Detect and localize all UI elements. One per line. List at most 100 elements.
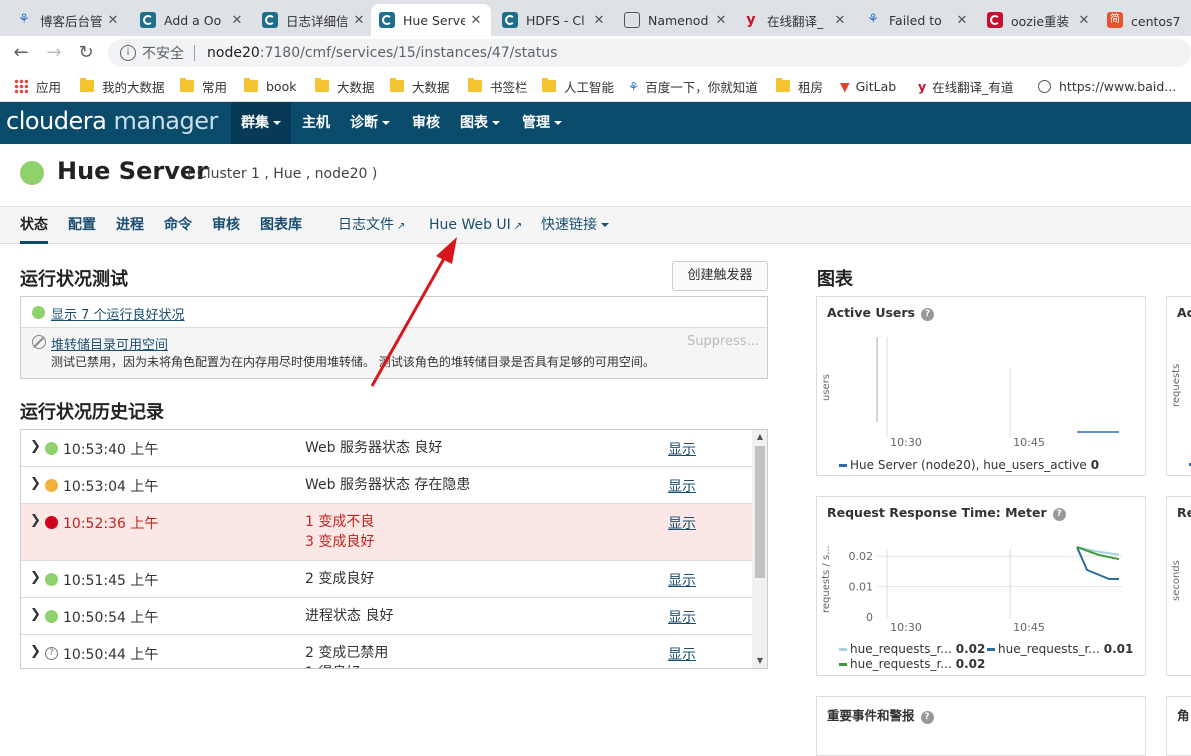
menu-diagnostics[interactable]: 诊断	[340, 102, 400, 144]
history-row[interactable]: ❯ 10:51:45 上午 2 变成良好 显示	[21, 561, 752, 598]
browser-tab[interactable]: Add a Oo ✕	[132, 4, 252, 36]
menu-hosts[interactable]: 主机	[292, 102, 340, 144]
browser-tab[interactable]: 日志详细信 ✕	[254, 4, 374, 36]
bookmark-label: book	[266, 78, 297, 94]
roles-chart-partial[interactable]: 角	[1166, 696, 1191, 756]
show-details-link[interactable]: 显示	[668, 607, 696, 627]
history-row[interactable]: ❯ 10:50:54 上午 进程状态 良好 显示	[21, 598, 752, 635]
show-details-link[interactable]: 显示	[668, 476, 696, 496]
show-details-link[interactable]: 显示	[668, 570, 696, 590]
suppress-link[interactable]: Suppress...	[687, 334, 759, 349]
bookmark-item[interactable]: 常用	[180, 76, 227, 96]
bookmark-item[interactable]: book	[244, 76, 296, 96]
menu-charts[interactable]: 图表	[450, 102, 510, 144]
browser-tab[interactable]: ⚘ Failed to ✕	[857, 4, 977, 36]
response-time-chart-partial[interactable]: Re seconds	[1166, 496, 1191, 676]
menu-clusters[interactable]: 群集	[231, 102, 291, 144]
bookmark-item[interactable]: 租房	[776, 76, 823, 96]
tab-audits[interactable]: 审核	[212, 207, 240, 244]
show-good-tests-link[interactable]: 显示 7 个运行良好状况	[51, 304, 185, 323]
show-details-link[interactable]: 显示	[668, 439, 696, 459]
requests-chart-partial[interactable]: Ac requests	[1166, 296, 1191, 476]
reload-icon[interactable]: ↻	[73, 40, 99, 66]
chevron-right-icon[interactable]: ❯	[30, 439, 41, 454]
browser-tab[interactable]: Namenod ✕	[616, 4, 736, 36]
bookmark-item[interactable]: 应用	[14, 76, 61, 96]
tab-close-icon[interactable]: ✕	[592, 13, 606, 28]
tab-favicon-icon: y	[746, 12, 756, 28]
tab-favicon-icon	[987, 12, 1003, 28]
bookmarks-bar: 应用 我的大数据 常用 book 大数据 大数据 书签栏 人工智能 ⚘ 百度一下，你就知道 租房 ▼ G…	[0, 70, 1191, 102]
tab-close-icon[interactable]: ✕	[230, 13, 244, 28]
cloudera-logo[interactable]: cloudera manager	[6, 107, 218, 135]
external-link-icon: ↗	[397, 221, 406, 232]
tab-close-icon[interactable]: ✕	[352, 13, 366, 28]
browser-tab[interactable]: 简 centos7 安	[1099, 4, 1191, 36]
tab-close-icon[interactable]: ✕	[106, 13, 120, 28]
active-users-chart[interactable]: Active Users? users 10:30 10:45 Hue Server …	[816, 296, 1146, 476]
bookmark-item[interactable]: ▼ GitLab	[840, 76, 896, 96]
folder-icon	[80, 78, 94, 92]
events-alerts-chart[interactable]: 重要事件和警报?	[816, 696, 1146, 756]
help-icon[interactable]: ?	[920, 711, 934, 724]
scroll-down-icon[interactable]: ▼	[752, 654, 767, 668]
history-row[interactable]: ❯ 10:53:40 上午 Web 服务器状态 良好 显示	[21, 430, 752, 467]
log-files-link[interactable]: 日志文件 ↗	[338, 207, 405, 244]
history-scrollbar[interactable]: ▲ ▼	[752, 430, 767, 668]
tab-close-icon[interactable]: ✕	[714, 13, 728, 28]
bookmark-item[interactable]: ⚘ 百度一下，你就知道	[628, 76, 758, 96]
menu-admin[interactable]: 管理	[512, 102, 572, 144]
tab-title: Namenod	[648, 12, 709, 28]
chevron-right-icon[interactable]: ❯	[30, 607, 41, 622]
tab-favicon-icon	[502, 12, 518, 28]
tab-processes[interactable]: 进程	[116, 207, 144, 244]
bookmark-item[interactable]: 人工智能	[542, 76, 614, 96]
browser-tab[interactable]: Hue Serve ✕	[371, 4, 491, 36]
show-details-link[interactable]: 显示	[668, 513, 696, 533]
bookmark-item[interactable]: 大数据	[390, 76, 450, 96]
tab-status[interactable]: 状态	[20, 207, 48, 244]
tab-close-icon[interactable]: ✕	[469, 13, 483, 28]
chevron-right-icon[interactable]: ❯	[30, 513, 41, 528]
tab-chart-library[interactable]: 图表库	[260, 207, 302, 244]
history-row[interactable]: ❯ 10:52:36 上午 1 变成不良 3 变成良好 显示	[21, 504, 752, 561]
hue-web-ui-link[interactable]: Hue Web UI ↗	[429, 207, 522, 244]
menu-audits[interactable]: 审核	[402, 102, 450, 144]
history-time: 10:53:40 上午	[63, 442, 159, 458]
bookmark-item[interactable]: y 在线翻译_有道	[918, 76, 1013, 96]
chevron-down-icon	[554, 121, 562, 125]
tab-configuration[interactable]: 配置	[68, 207, 96, 244]
tab-close-icon[interactable]: ✕	[955, 13, 969, 28]
chevron-right-icon[interactable]: ❯	[30, 570, 41, 585]
history-row[interactable]: ❯ 10:53:04 上午 Web 服务器状态 存在隐患 显示	[21, 467, 752, 504]
create-trigger-button[interactable]: 创建触发器	[672, 261, 768, 291]
request-response-time-chart[interactable]: Request Response Time: Meter? requests /…	[816, 496, 1146, 676]
quick-links-menu[interactable]: 快速链接	[541, 207, 609, 244]
history-time: 10:51:45 上午	[63, 573, 159, 589]
scroll-up-icon[interactable]: ▲	[752, 430, 767, 444]
bookmark-item[interactable]: 我的大数据	[80, 76, 165, 96]
scroll-thumb[interactable]	[755, 446, 765, 578]
history-row[interactable]: ❯? 10:50:44 上午 2 变成已禁用 1 得良好 显示	[21, 635, 752, 668]
info-icon[interactable]: i	[120, 45, 136, 61]
browser-tab[interactable]: y 在线翻译_ ✕	[735, 4, 855, 36]
heap-dump-test-link[interactable]: 堆转储目录可用空间	[51, 334, 168, 353]
forward-icon[interactable]: →	[41, 40, 67, 66]
back-icon[interactable]: ←	[8, 40, 34, 66]
url-input[interactable]: i 不安全 node20:7180/cmf/services/15/instan…	[108, 39, 1191, 67]
bookmark-item[interactable]: https://www.baid...	[1038, 76, 1176, 96]
chevron-right-icon[interactable]: ❯	[30, 476, 41, 491]
tab-close-icon[interactable]: ✕	[833, 13, 847, 28]
tab-title: Add a Oo	[164, 12, 222, 28]
browser-tab[interactable]: ⚘ 博客后台管 ✕	[8, 4, 128, 36]
bookmark-item[interactable]: 书签栏	[468, 76, 528, 96]
browser-tab[interactable]: HDFS - Cl ✕	[494, 4, 614, 36]
tab-commands[interactable]: 命令	[164, 207, 192, 244]
browser-tab[interactable]: oozie重装 ✕	[979, 4, 1099, 36]
tab-close-icon[interactable]: ✕	[1077, 13, 1091, 28]
disabled-icon	[32, 335, 46, 349]
chevron-right-icon[interactable]: ❯	[30, 644, 41, 659]
bookmark-item[interactable]: 大数据	[315, 76, 375, 96]
bookmark-label: https://www.baid...	[1059, 78, 1177, 94]
show-details-link[interactable]: 显示	[668, 644, 696, 664]
